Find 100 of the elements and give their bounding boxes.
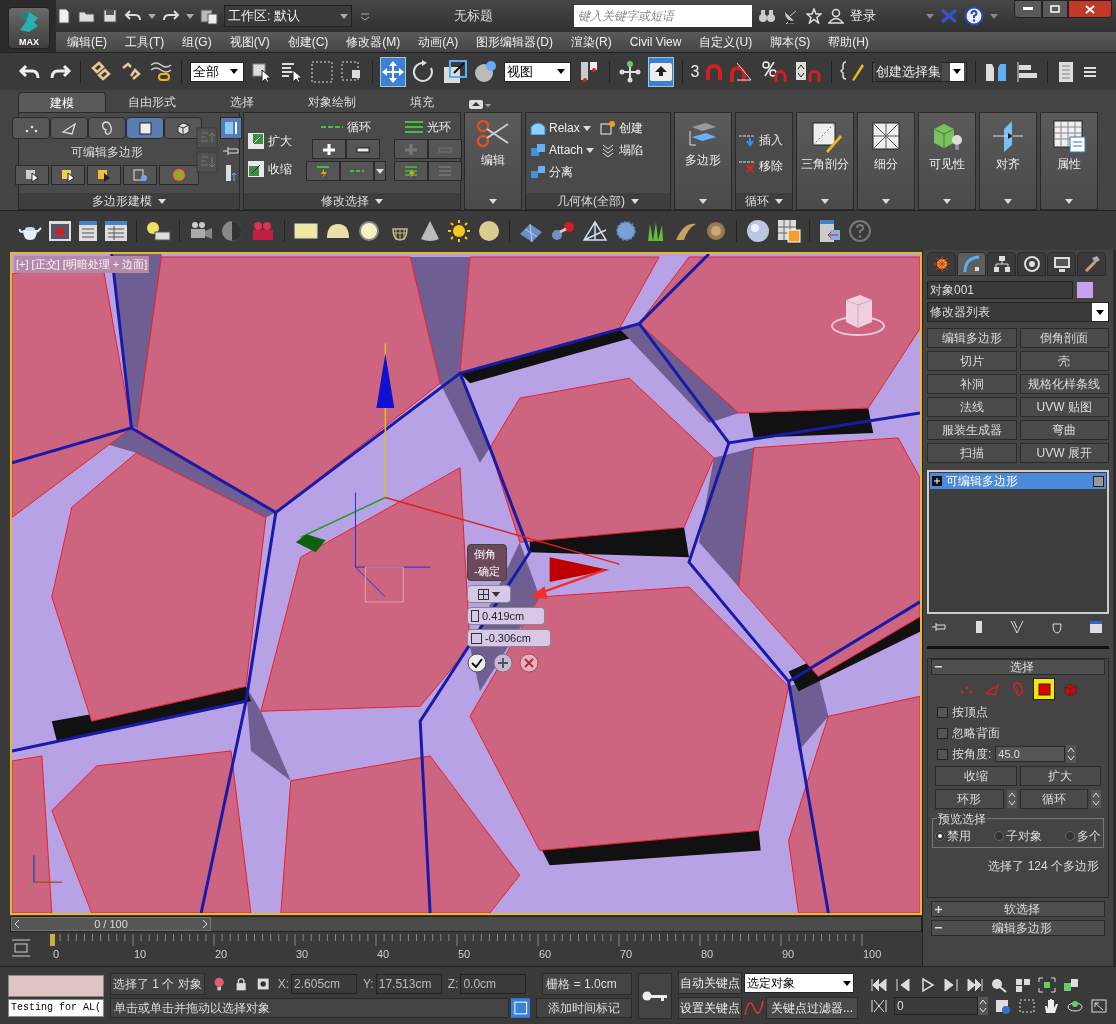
rollout-header[interactable]: 选择 (931, 659, 1105, 675)
ribbon-tab[interactable]: 建模 (18, 92, 106, 112)
ribbon-tab[interactable]: 自由形式 (108, 92, 196, 112)
checkbox-label: 按角度: (952, 746, 992, 763)
app-menu-button[interactable]: MAX (8, 7, 50, 49)
modifier-button[interactable]: 编辑多边形 (927, 328, 1017, 348)
loop-selection-button[interactable]: 循环 (1019, 789, 1088, 809)
modifier-button[interactable]: 法线 (927, 397, 1017, 417)
timeline-tick-label: 80 (701, 947, 714, 962)
stack-item-label: 可编辑多边形 (946, 473, 1019, 490)
ribbon-large-button[interactable]: 细分 (858, 113, 914, 193)
modifier-button[interactable]: 补洞 (927, 374, 1017, 394)
grow-selection-button[interactable]: 扩大 (1019, 766, 1101, 786)
viewport[interactable]: [+] [正交] [明暗处理 + 边面] 倒角 -确定 0.419cm -0.306cm (10, 252, 922, 915)
window-title: 无标题 (453, 7, 493, 26)
detach-button[interactable]: 分离 (530, 163, 595, 181)
search-field[interactable]: 键入关键字或短语 (574, 5, 752, 27)
menu-item[interactable]: 图形编辑器(D) (469, 33, 560, 51)
group-title: 预览选择 (937, 810, 987, 828)
coordinate-field[interactable]: 2.605cm (291, 974, 358, 994)
auto-key-button[interactable]: 自动关键点 (678, 972, 742, 994)
modifier-list-dropdown[interactable]: 修改器列表 (927, 302, 1109, 322)
shrink-selection-button[interactable]: 收缩 (935, 766, 1017, 786)
selection-count: 选择了 1 个 对象 (110, 973, 205, 995)
modifier-button[interactable]: 扫描 (927, 443, 1017, 463)
script-listener-field[interactable]: Testing for AL( (8, 998, 104, 1017)
modifier-button[interactable]: 服装生成器 (927, 420, 1017, 440)
timeline-tick-label: 40 (377, 947, 390, 962)
rollout-header[interactable]: 软选择 (931, 901, 1105, 917)
modifier-button[interactable]: 切片 (927, 351, 1017, 371)
radio-label: 多个 (1077, 828, 1101, 845)
bevel-height-field[interactable]: 0.419cm (467, 607, 545, 625)
timeline-tick-label: 0 (53, 947, 60, 962)
add-time-tag-button[interactable]: 添加时间标记 (536, 998, 632, 1018)
sign-in-button[interactable]: 登录 (850, 6, 920, 26)
angle-field[interactable]: 45.0 (995, 746, 1066, 762)
current-frame-field[interactable]: 0 (894, 996, 978, 1015)
ribbon-tab[interactable]: 选择 (198, 92, 286, 112)
ribbon-large-button[interactable]: 对齐 (980, 113, 1036, 193)
menu-item[interactable]: 修改器(M) (339, 33, 408, 51)
menu-item[interactable]: 编辑(E) (60, 33, 114, 51)
object-name-field[interactable]: 对象001 (927, 281, 1073, 299)
ribbon-large-button[interactable]: 多边形 (675, 113, 731, 193)
menu-item[interactable]: 组(G) (175, 33, 219, 51)
timeline-tick-label: 30 (296, 947, 309, 962)
shrink-button[interactable]: 收缩 (248, 160, 302, 178)
key-mode-dropdown[interactable]: 选定对象 (744, 973, 854, 993)
menu-item[interactable]: 动画(A) (411, 33, 466, 51)
remove-loop-button[interactable]: 移除 (739, 157, 789, 175)
menu-item[interactable]: 脚本(S) (763, 33, 818, 51)
menu-item[interactable]: 创建(C) (280, 33, 336, 51)
ribbon-large-button[interactable]: 编辑 (465, 113, 521, 193)
attach-button[interactable]: Attach (530, 141, 595, 159)
coordinate-label: Z: (447, 976, 459, 993)
grow-button[interactable]: 扩大 (248, 132, 302, 150)
bevel-outline-field[interactable]: -0.306cm (467, 629, 551, 647)
modifier-button[interactable]: 倒角剖面 (1019, 328, 1109, 348)
coordinate-field[interactable]: 17.513cm (375, 974, 442, 994)
insert-loop-button[interactable]: 插入 (739, 131, 789, 149)
checkbox-label: 按顶点 (952, 704, 988, 721)
key-filters-button[interactable]: 关键点过滤器... (766, 997, 858, 1019)
timeline-tick-label: 70 (620, 947, 633, 962)
menu-item[interactable]: Civil View (622, 33, 689, 51)
selection-status: 选择了 124 个多边形 (987, 858, 1100, 875)
coordinate-field[interactable]: 0.0cm (460, 974, 527, 994)
create-button[interactable]: 创建 (600, 119, 644, 137)
ribbon-tab[interactable]: 对象绘制 (288, 92, 376, 112)
modifier-button[interactable]: UVW 展开 (1019, 443, 1109, 463)
named-selection-dropdown[interactable]: 创建选择集 (872, 61, 967, 82)
timeline-tick-label: 90 (782, 947, 795, 962)
workspace-dropdown[interactable]: 工作区: 默认 (224, 5, 352, 27)
collapse-button[interactable]: 塌陷 (600, 141, 644, 159)
ribbon-large-button[interactable]: 三角剖分 (797, 113, 853, 193)
menu-item[interactable]: 工具(T) (118, 33, 172, 51)
modifier-button[interactable]: 壳 (1019, 351, 1109, 371)
frame-counter-bar[interactable]: 0 / 100 (11, 917, 211, 931)
loop-button[interactable]: 循环 (321, 117, 371, 137)
modifier-stack-item[interactable]: 可编辑多边形 (930, 473, 1106, 489)
selection-filter-dropdown[interactable]: 全部 (189, 61, 244, 82)
set-keys-button[interactable]: 设置关键点 (678, 997, 742, 1019)
modifier-button[interactable]: 弯曲 (1019, 420, 1109, 440)
ribbon-large-button[interactable]: 属性 (1041, 113, 1097, 193)
reference-coordinate-dropdown[interactable]: 视图 (504, 61, 571, 82)
menu-item[interactable]: 帮助(H) (821, 33, 876, 51)
coordinate-label: Y: (363, 976, 374, 993)
menu-item[interactable]: 视图(V) (222, 33, 277, 51)
timeline-tick-label: 20 (215, 947, 228, 962)
ring-selection-button[interactable]: 环形 (935, 789, 1004, 809)
ribbon-tab[interactable]: 填充 (378, 92, 466, 112)
coordinate-label: X: (277, 976, 290, 993)
panel-title: 几何体(全部) (557, 193, 625, 210)
rollout-header[interactable]: 编辑多边形 (931, 920, 1105, 936)
menu-item[interactable]: 自定义(U) (692, 33, 760, 51)
relax-button[interactable]: Relax (530, 119, 595, 137)
menu-item[interactable]: 渲染(R) (564, 33, 619, 51)
timeline-tick-label: 10 (134, 947, 147, 962)
modifier-button[interactable]: UVW 贴图 (1019, 397, 1109, 417)
ribbon-large-button[interactable]: 可见性 (919, 113, 975, 193)
ring-button[interactable]: 光环 (405, 117, 451, 137)
modifier-button[interactable]: 规格化样条线 (1019, 374, 1109, 394)
